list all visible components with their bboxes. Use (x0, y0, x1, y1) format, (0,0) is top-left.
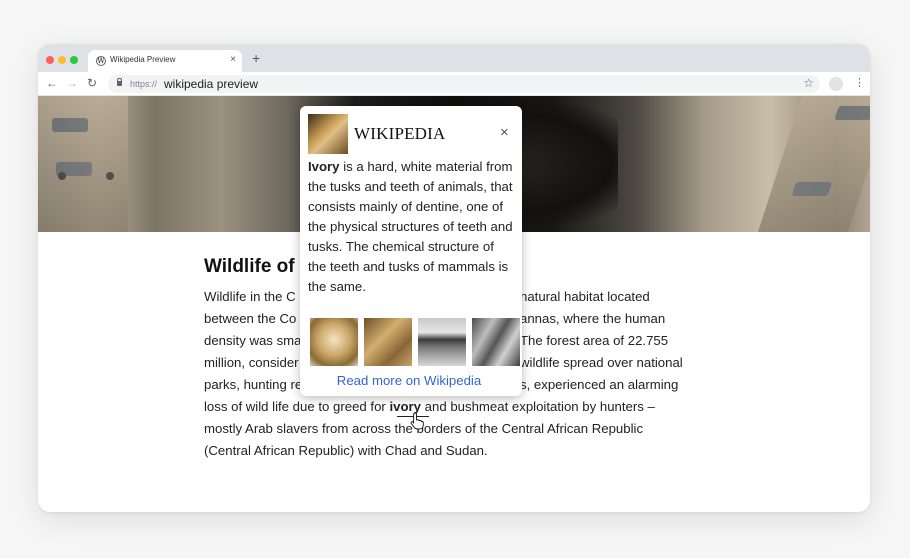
maximize-window-button[interactable] (70, 56, 78, 64)
tab-close-icon[interactable]: × (230, 54, 236, 66)
lock-icon[interactable] (117, 78, 122, 86)
minimize-window-button[interactable] (58, 56, 66, 64)
article-thumbnail (308, 114, 348, 154)
para-line: (Central African Republic) with Chad and… (204, 443, 488, 458)
popup-term: Ivory (308, 159, 340, 174)
close-icon[interactable]: × (500, 125, 509, 140)
new-tab-button[interactable]: + (252, 51, 260, 65)
browser-window: W Wikipedia Preview × + ← → ↻ https:// w… (38, 44, 870, 512)
hinge (791, 182, 833, 196)
address-bar[interactable]: https:// wikipedia preview ☆ (108, 75, 820, 93)
popup-extract-text: is a hard, white material from the tusks… (308, 159, 513, 294)
back-arrow-icon[interactable]: ← (46, 76, 58, 90)
heading-left: Wildlife of (204, 256, 295, 277)
tab-title: Wikipedia Preview (110, 55, 176, 64)
hinge (834, 106, 870, 120)
browser-toolbar: ← → ↻ https:// wikipedia preview ☆ ⋮ (38, 72, 870, 96)
para-line: loss of wild life due to greed for ivory… (204, 399, 655, 414)
star-icon[interactable]: ☆ (803, 76, 814, 90)
wikipedia-logo: WIKIPEDIA (354, 124, 446, 143)
hero-plank-right (757, 96, 870, 232)
menu-icon[interactable]: ⋮ (854, 76, 865, 90)
gallery-image[interactable] (418, 318, 466, 366)
tab-bar: W Wikipedia Preview × + (38, 44, 870, 72)
read-more-link[interactable]: Read more on Wikipedia (300, 373, 518, 388)
hero-plank-left (38, 96, 128, 232)
profile-icon[interactable] (829, 77, 843, 91)
wikipedia-preview-popup: WIKIPEDIA × Ivory is a hard, white mater… (300, 106, 522, 396)
gallery-image[interactable] (364, 318, 412, 366)
url-host: wikipedia preview (164, 77, 259, 91)
popup-extract: Ivory is a hard, white material from the… (308, 157, 514, 297)
close-window-button[interactable] (46, 56, 54, 64)
hinge (52, 118, 88, 132)
url-scheme: https:// (130, 79, 158, 89)
gallery-image[interactable] (310, 318, 358, 366)
para-line: mostly Arab slavers from across the bord… (204, 421, 644, 436)
bolt (58, 172, 66, 180)
wikipedia-favicon-icon: W (96, 56, 106, 66)
forward-arrow-icon[interactable]: → (66, 76, 78, 90)
gallery-image[interactable] (472, 318, 520, 366)
hand-pointer-icon (410, 412, 424, 430)
bolt (106, 172, 114, 180)
active-tab[interactable]: W Wikipedia Preview × (88, 50, 242, 72)
image-gallery (310, 318, 520, 366)
reload-icon[interactable]: ↻ (87, 76, 97, 90)
